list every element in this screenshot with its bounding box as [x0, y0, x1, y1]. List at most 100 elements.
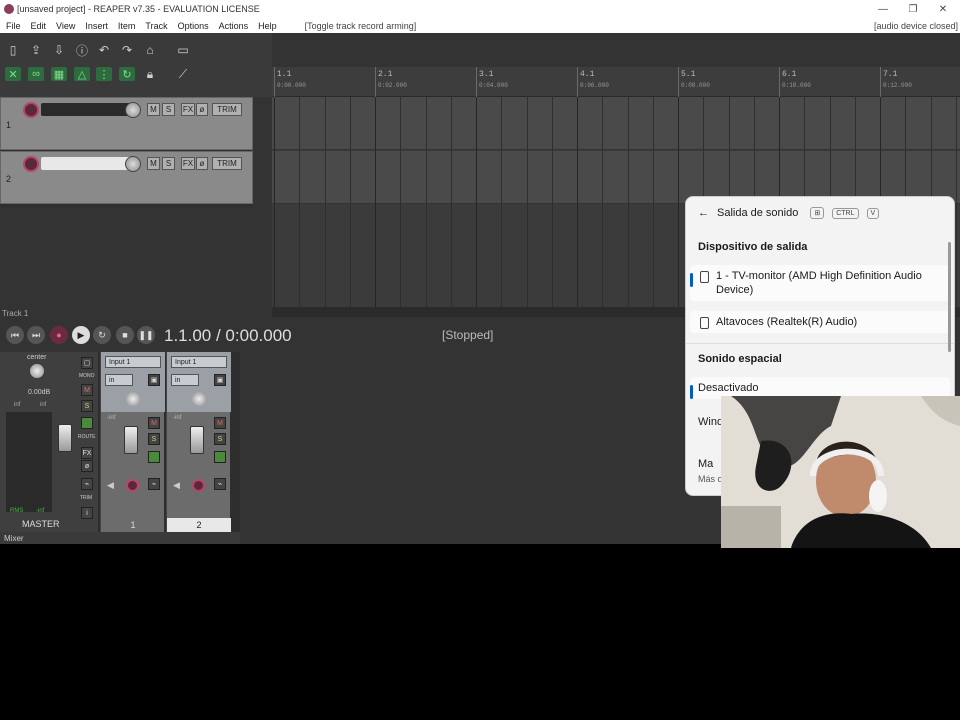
- input-select[interactable]: Input 1: [105, 356, 161, 368]
- mixer-tab[interactable]: Mixer: [0, 532, 240, 544]
- master-io-icon[interactable]: ▢: [81, 357, 93, 369]
- save-project-icon[interactable]: ⇩: [51, 43, 67, 57]
- input-mode-select[interactable]: in: [171, 374, 199, 386]
- close-button[interactable]: ✕: [928, 0, 958, 18]
- pan-knob[interactable]: [30, 364, 44, 378]
- redo-icon[interactable]: ↷: [119, 43, 135, 57]
- go-start-icon[interactable]: ⏮: [6, 326, 24, 344]
- solo-button[interactable]: S: [148, 433, 160, 445]
- menu-help[interactable]: Help: [258, 21, 277, 31]
- loop-icon[interactable]: ↻: [119, 67, 135, 81]
- pause-icon[interactable]: ❚❚: [137, 326, 155, 344]
- mute-button[interactable]: M: [148, 417, 160, 429]
- envelope-icon[interactable]: △: [74, 67, 90, 81]
- device-option-speakers[interactable]: Altavoces (Realtek(R) Audio): [690, 311, 950, 333]
- routing-icon[interactable]: [81, 417, 93, 429]
- mute-button[interactable]: M: [147, 157, 160, 170]
- grid-icon[interactable]: ▦: [51, 67, 67, 81]
- new-project-icon[interactable]: ▯: [5, 43, 21, 57]
- menu-view[interactable]: View: [56, 21, 75, 31]
- mixer-tab-label[interactable]: Mixer: [4, 534, 24, 543]
- ripple-edit-icon[interactable]: ✕: [5, 67, 21, 81]
- fx-button[interactable]: FX: [181, 103, 195, 116]
- menu-edit[interactable]: Edit: [31, 21, 47, 31]
- go-end-icon[interactable]: ⏭: [27, 326, 45, 344]
- mute-button[interactable]: M: [147, 103, 160, 116]
- undo-icon[interactable]: ↶: [96, 43, 112, 57]
- snap-icon[interactable]: ⋮: [96, 67, 112, 81]
- speaker-icon[interactable]: ◀: [107, 480, 114, 491]
- pan-knob[interactable]: [192, 392, 206, 406]
- stop-icon[interactable]: ■: [116, 326, 134, 344]
- layout-icon[interactable]: ▭: [175, 43, 191, 57]
- timeline-ruler[interactable]: 1.1 0:00.000 2.1 0:02.000 3.1 0:04.000 4.1 0:06…: [272, 67, 960, 97]
- track-name-field[interactable]: [41, 103, 137, 116]
- solo-button[interactable]: S: [162, 103, 175, 116]
- speaker-icon[interactable]: ◀: [173, 480, 180, 491]
- routing-icon[interactable]: [214, 451, 226, 463]
- pan-knob[interactable]: [126, 392, 140, 406]
- menu-file[interactable]: File: [6, 21, 21, 31]
- channel-fader[interactable]: [190, 426, 204, 454]
- solo-button[interactable]: S: [214, 433, 226, 445]
- channel-number[interactable]: 2: [167, 518, 231, 532]
- route-button[interactable]: ROUTE: [78, 434, 96, 440]
- info-button[interactable]: i: [81, 507, 93, 519]
- record-arm-button[interactable]: [192, 479, 205, 492]
- play-icon[interactable]: ▶: [72, 326, 90, 344]
- flyout-scrollbar[interactable]: [948, 242, 951, 352]
- device-option-tv-monitor[interactable]: 1 - TV-monitor (AMD High Definition Audi…: [690, 265, 950, 301]
- mono-button[interactable]: MONO: [79, 373, 95, 379]
- open-project-icon[interactable]: ⇪: [28, 43, 44, 57]
- record-arm-button[interactable]: [23, 102, 39, 118]
- maximize-button[interactable]: ❐: [898, 0, 928, 18]
- mute-button[interactable]: M: [214, 417, 226, 429]
- master-trim-button[interactable]: TRIM: [80, 495, 92, 501]
- master-mute-button[interactable]: M: [81, 384, 93, 396]
- channel-fader[interactable]: [124, 426, 138, 454]
- lock-icon[interactable]: 🔒︎: [142, 67, 158, 81]
- master-solo-button[interactable]: S: [81, 400, 93, 412]
- menu-insert[interactable]: Insert: [85, 21, 108, 31]
- monitor-icon[interactable]: ▣: [148, 374, 160, 386]
- menu-actions[interactable]: Actions: [219, 21, 249, 31]
- record-icon[interactable]: ●: [50, 326, 68, 344]
- repeat-icon[interactable]: ↻: [93, 326, 111, 344]
- record-arm-button[interactable]: [23, 156, 39, 172]
- solo-button[interactable]: S: [162, 157, 175, 170]
- trim-button[interactable]: TRIM: [212, 157, 242, 170]
- audio-status[interactable]: [audio device closed]: [874, 21, 958, 31]
- xfade-icon[interactable]: ⟋: [175, 67, 191, 81]
- menu-track[interactable]: Track: [145, 21, 167, 31]
- record-arm-button[interactable]: [126, 479, 139, 492]
- master-phase-icon[interactable]: ø: [81, 460, 93, 472]
- channel-number[interactable]: 1: [101, 518, 165, 532]
- track-row[interactable]: 1 M S FX ø TRIM: [0, 97, 253, 150]
- track-name-field[interactable]: [41, 157, 137, 170]
- more-volume-options-link[interactable]: Más o: [698, 474, 723, 484]
- metronome-icon[interactable]: ⌂: [142, 43, 158, 57]
- trim-button[interactable]: TRIM: [212, 103, 242, 116]
- input-select[interactable]: Input 1: [171, 356, 227, 368]
- back-arrow-icon[interactable]: ←: [698, 207, 709, 219]
- input-mode-select[interactable]: in: [105, 374, 133, 386]
- fx-button[interactable]: FX: [181, 157, 195, 170]
- phase-button[interactable]: ø: [196, 157, 208, 170]
- time-display[interactable]: 1.1.00 / 0:00.000: [164, 326, 292, 346]
- menu-item[interactable]: Item: [118, 21, 136, 31]
- envelope-icon[interactable]: ⌁: [148, 478, 160, 490]
- envelope-icon[interactable]: ⌁: [81, 478, 93, 490]
- monitor-icon[interactable]: ▣: [214, 374, 226, 386]
- envelope-icon[interactable]: ⌁: [214, 478, 226, 490]
- menu-options[interactable]: Options: [178, 21, 209, 31]
- minimize-button[interactable]: —: [868, 0, 898, 18]
- routing-icon[interactable]: [148, 451, 160, 463]
- link-icon[interactable]: ∞: [28, 67, 44, 81]
- master-fx-button[interactable]: FX: [81, 447, 93, 459]
- master-fader[interactable]: [58, 424, 72, 452]
- track-row[interactable]: 2 M S FX ø TRIM: [0, 151, 253, 204]
- project-settings-icon[interactable]: ⓘ: [74, 43, 90, 58]
- volume-knob[interactable]: [125, 102, 141, 118]
- volume-knob[interactable]: [125, 156, 141, 172]
- phase-button[interactable]: ø: [196, 103, 208, 116]
